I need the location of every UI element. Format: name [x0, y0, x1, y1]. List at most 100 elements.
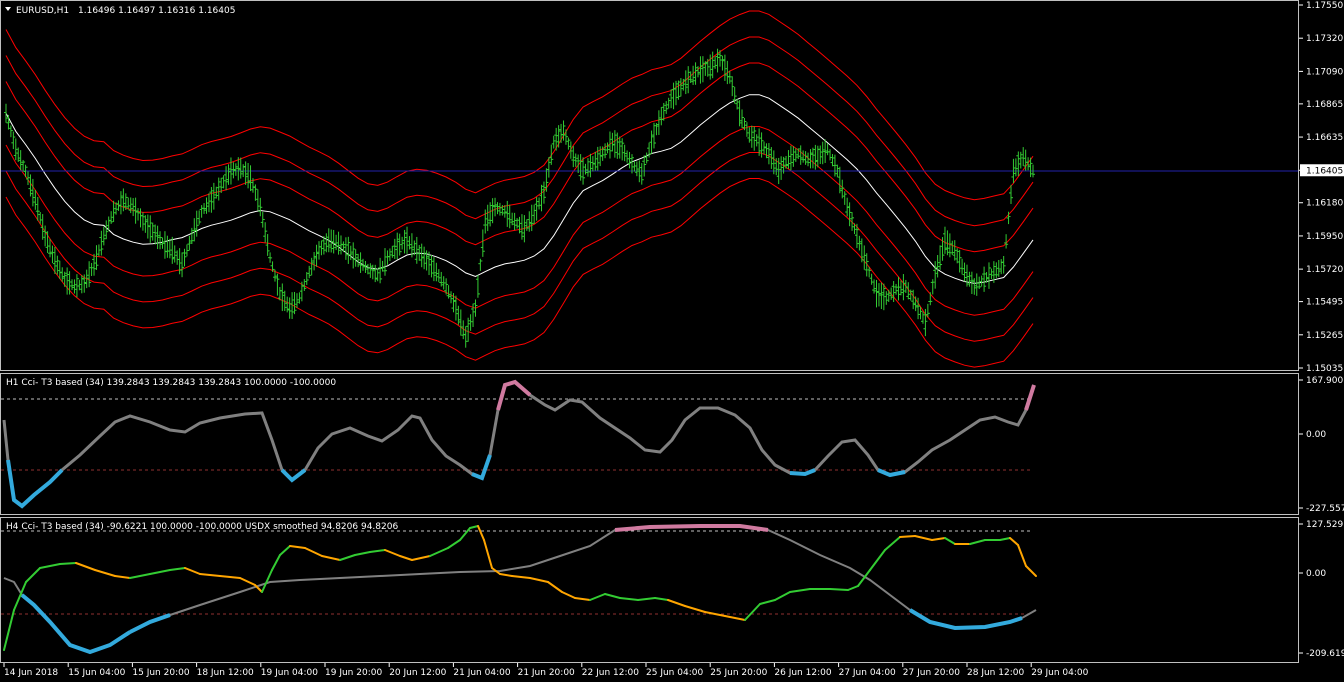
price-axis: 1.17550 1.17320 1.17090 1.16865 1.16635 1.164… [1299, 1, 1344, 374]
cci-h1-line [2, 379, 1036, 509]
time-tick: 21 Jun 04:00 [453, 668, 510, 678]
cci-h1-overbought-segment [496, 379, 532, 411]
cci-h4-segment [654, 597, 669, 601]
price-tick: 1.15950 [1306, 232, 1343, 242]
usdx-oversold-segment [129, 613, 171, 634]
midline-path [5, 94, 1034, 284]
cci-h1-tick-top: 167.9007 [1306, 376, 1344, 386]
cci-h4-segment [75, 562, 96, 571]
cci-h4-segment [1025, 565, 1037, 577]
price-tick: 1.16180 [1306, 199, 1343, 209]
cci-h4-segment [999, 537, 1011, 541]
cci-h4-segment [114, 575, 131, 579]
cci-h4-segment [511, 575, 531, 579]
cci-h4-segment [759, 599, 776, 605]
price-tick: 1.15265 [1306, 331, 1343, 341]
cci-h1-title: H1 Cci- T3 based (34) 139.2843 139.2843 … [6, 378, 336, 388]
envelope-bands [5, 10, 1034, 368]
time-axis: 14 Jun 2018 15 Jun 04:00 15 Jun 20:00 18 Ju… [3, 663, 1089, 678]
cci-h4-segment [637, 597, 656, 601]
time-tick: 28 Jun 12:00 [967, 668, 1024, 678]
time-tick: 18 Jun 12:00 [197, 668, 254, 678]
cci-h4-segment [684, 605, 706, 613]
cci-h4-panel-frame [0, 517, 1299, 663]
cci-h1-oversold-segment [6, 459, 64, 509]
cci-h4-segment [899, 535, 916, 538]
cci-h4-segment [529, 577, 549, 583]
cci-h4-segment [884, 536, 901, 551]
cci-h4-tick-zero: 0.00 [1306, 569, 1326, 579]
cci-h4-segment [25, 567, 41, 583]
time-tick: 26 Jun 12:00 [774, 668, 831, 678]
cci-h4-segment [279, 545, 291, 556]
cci-h4-segment [931, 537, 946, 541]
cci-h4-segment [321, 555, 341, 561]
price-tick: 1.16865 [1306, 100, 1343, 110]
usdx-oversold-segment [908, 608, 1023, 631]
cci-h4-segment [847, 585, 859, 591]
cci-h4-segment [339, 554, 356, 561]
ohlc-values: 1.16496 1.16497 1.16316 1.16405 [78, 6, 235, 16]
cci-h4-segment [239, 577, 256, 586]
time-tick: 19 Jun 04:00 [261, 668, 318, 678]
cci-h4-segment [429, 547, 449, 557]
cci-h1-path [2, 380, 1036, 508]
chart-area[interactable]: EURUSD,H1 1.16496 1.16497 1.16316 1.1640… [0, 0, 1344, 682]
time-tick: 15 Jun 20:00 [132, 668, 189, 678]
cci-h1-tick-bottom: -227.5573 [1306, 504, 1344, 514]
cci-h4-segment [914, 535, 933, 541]
cci-h4-segment [829, 588, 849, 591]
time-tick: 14 Jun 2018 [4, 668, 58, 678]
cci-h4-segment [129, 573, 151, 579]
cci-h1-panel-frame [0, 373, 1299, 515]
dropdown-arrow-icon[interactable] [5, 7, 11, 11]
cci-h4-segment [184, 567, 201, 575]
cci-h4-line [3, 524, 1037, 655]
time-tick: 19 Jun 20:00 [325, 668, 382, 678]
cci-h4-segment [369, 549, 386, 553]
cci-h4-segment [447, 539, 461, 549]
price-tick: 1.16635 [1306, 133, 1343, 143]
cci-h4-segment [604, 593, 621, 599]
cci-h4-axis: 127.5291 0.00 -209.6193 [1299, 520, 1344, 659]
price-tick: 1.15495 [1306, 298, 1343, 308]
cci-h4-segment [469, 525, 479, 529]
cci-h4-segment [477, 525, 485, 541]
current-price-label: 1.16405 [1306, 166, 1343, 176]
cci-h4-segment [39, 563, 61, 569]
usdx-overbought-segment [614, 524, 769, 532]
cci-h4-segment [304, 547, 323, 557]
cci-h4-title: H4 Cci- T3 based (34) -90.6221 100.0000 … [6, 522, 398, 532]
cci-h4-segment [169, 567, 186, 571]
cci-h4-segment [289, 545, 306, 549]
cci-h4-segment [199, 573, 221, 577]
time-tick: 27 Jun 04:00 [839, 668, 896, 678]
cci-h1-overbought-segment [1024, 384, 1036, 411]
usdx-oversold-segment [20, 593, 132, 655]
cci-h4-segment [399, 555, 413, 561]
cci-h1-axis: 167.9007 0.00 -227.5573 [1299, 376, 1344, 514]
cci-h4-segment [3, 609, 15, 651]
cci-h4-segment [744, 603, 761, 621]
cci-h4-segment [667, 599, 686, 607]
envelope-band [5, 36, 1034, 227]
time-tick: 29 Jun 04:00 [1031, 668, 1088, 678]
cci-h4-segment [483, 539, 493, 569]
time-tick: 21 Jun 20:00 [518, 668, 575, 678]
price-tick: 1.17320 [1306, 34, 1343, 44]
cci-h1-oversold-segment [280, 468, 307, 483]
cci-h4-segment [869, 549, 886, 571]
cci-h4-segment [547, 581, 563, 593]
cci-h4-segment [619, 597, 639, 601]
cci-h4-segment [1017, 544, 1027, 567]
cci-h4-tick-bottom: -209.6193 [1306, 649, 1344, 659]
cci-h4-segment [59, 562, 77, 565]
cci-h4-tick-top: 127.5291 [1306, 520, 1344, 530]
time-tick: 20 Jun 12:00 [389, 668, 446, 678]
cci-h4-segment [724, 615, 746, 621]
time-tick: 27 Jun 20:00 [903, 668, 960, 678]
cci-h4-segment [149, 569, 171, 575]
envelope-band [5, 178, 1034, 368]
cci-h4-segment [499, 573, 513, 577]
cci-h1-oversold-segment [877, 468, 906, 478]
